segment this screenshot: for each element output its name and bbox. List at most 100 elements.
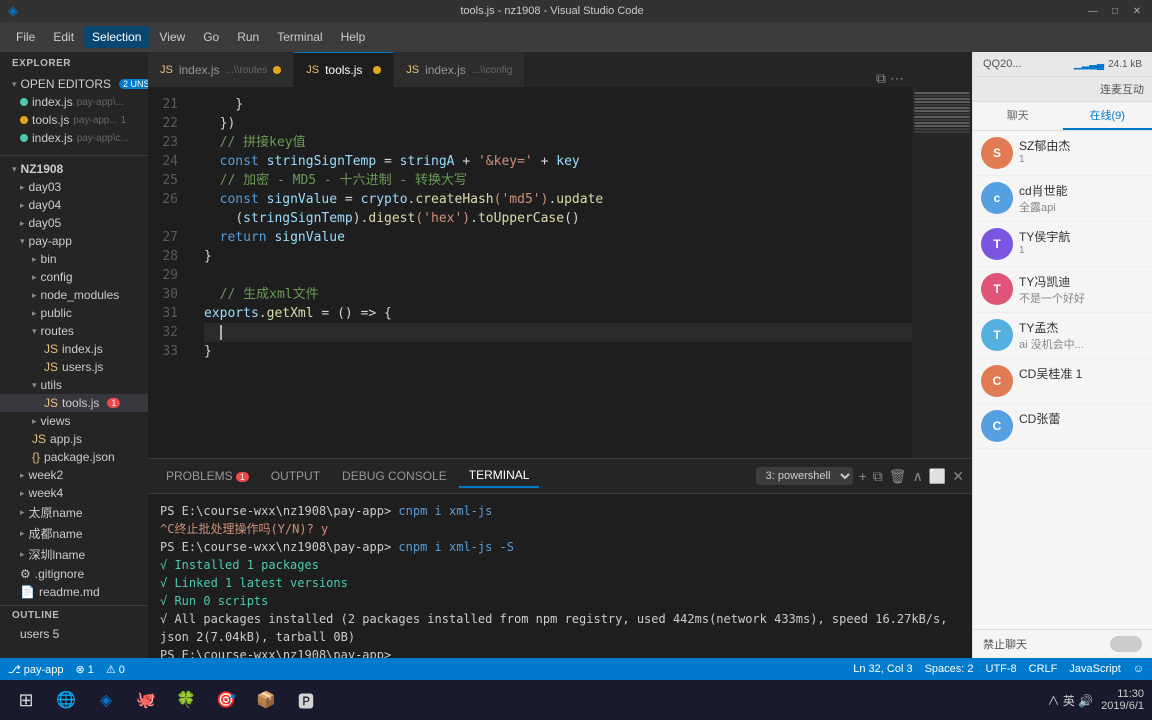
spaces[interactable]: Spaces: 2 [925,663,974,675]
folder-week2[interactable]: ▸ week2 [0,466,148,484]
folder-day05[interactable]: ▸ day05 [0,214,148,232]
folder-shenzhen[interactable]: ▸ 深圳lname [0,544,148,565]
chat-item[interactable]: T TY孟杰 ai 没机会中... [973,313,1152,359]
file-label: readme.md [39,585,100,599]
open-editor-index-config[interactable]: index.js pay-app\c... [0,129,148,147]
more-actions-button[interactable]: ⋯ [890,70,904,87]
folder-taiyuan[interactable]: ▸ 太原name [0,502,148,523]
chat-tab-chat[interactable]: 聊天 [973,102,1063,130]
editor-area: JS index.js ...\\routes JS tools.js JS i… [148,52,972,658]
menu-edit[interactable]: Edit [45,26,82,48]
file-readme[interactable]: 📄 readme.md [0,583,148,601]
chat-item[interactable]: C CD张蕾 [973,404,1152,449]
toggle-button[interactable] [1110,636,1142,652]
code-line-25: // 加密 - MD5 - 十六进制 - 转换大写 [204,171,912,190]
encoding[interactable]: UTF-8 [986,663,1017,675]
folder-config[interactable]: ▸ config [0,268,148,286]
chevron-right-icon: ▸ [32,272,37,283]
maximize-panel-button[interactable]: ∧ [913,468,923,485]
tab-output[interactable]: OUTPUT [261,465,330,487]
app5-button[interactable]: 🎯 [208,682,244,718]
chrome-button[interactable]: 🌐 [48,682,84,718]
split-terminal-button[interactable]: ⧉ [873,468,883,485]
chat-item[interactable]: C CD吴桂准 1 [973,359,1152,404]
tab-index-config[interactable]: JS index.js ...\\config [394,52,525,87]
menu-go[interactable]: Go [195,26,227,48]
app7-button[interactable]: 🅿 [288,682,324,718]
folder-pay-app[interactable]: ▾ pay-app [0,232,148,250]
minimize-button[interactable]: — [1086,4,1100,18]
git-branch[interactable]: ⎇ pay-app [8,663,63,676]
problems-badge: 1 [236,472,249,482]
folder-utils[interactable]: ▾ utils [0,376,148,394]
panel-actions: 3: powershell + ⧉ 🗑 ∧ ⬜ ✕ [756,467,964,485]
folder-bin[interactable]: ▸ bin [0,250,148,268]
menu-terminal[interactable]: Terminal [269,26,330,48]
code-editor[interactable]: } }) // 拼接key值 const stringSignTemp = st… [188,87,912,458]
close-button[interactable]: ✕ [1130,4,1144,18]
chat-tab-online[interactable]: 在线(9) [1063,102,1152,130]
folder-views[interactable]: ▸ views [0,412,148,430]
chat-item[interactable]: T TY侯宇航 1 [973,222,1152,267]
user-name: TY侯宇航 [1019,228,1144,245]
tab-tools-js[interactable]: JS tools.js [294,52,394,87]
terminal-selector[interactable]: 3: powershell [756,467,853,485]
root-folder[interactable]: ▾ NZ1908 [0,160,148,178]
chevron-right-icon: ▸ [32,254,37,265]
folder-routes[interactable]: ▾ routes [0,322,148,340]
chat-item[interactable]: T TY冯凯迪 不是一个好好 [973,267,1152,313]
chat-item[interactable]: S SZ郁由杰 1 [973,131,1152,176]
file-icon: JS [32,432,46,446]
split-editor-button[interactable]: ⧉ [876,70,886,87]
folder-node-modules[interactable]: ▸ node_modules [0,286,148,304]
add-terminal-button[interactable]: + [859,468,867,484]
close-panel-button[interactable]: ✕ [952,468,964,485]
open-editors-header[interactable]: ▾ OPEN EDITORS 2 UNSAVED [0,75,148,93]
warnings-status[interactable]: ⚠ 0 [106,663,125,676]
code-line-32 [204,323,912,342]
vscode-taskbar-button[interactable]: ◈ [88,682,124,718]
limai-label: 连麦互动 [1100,84,1144,96]
eol[interactable]: CRLF [1029,663,1058,675]
open-editor-tools[interactable]: tools.js pay-app... 1 [0,111,148,129]
tab-terminal[interactable]: TERMINAL [459,464,540,488]
file-users[interactable]: JS users.js [0,358,148,376]
tab-problems[interactable]: PROBLEMS1 [156,465,259,487]
folder-day04[interactable]: ▸ day04 [0,196,148,214]
cursor-position[interactable]: Ln 32, Col 3 [853,663,912,675]
folder-week4[interactable]: ▸ week4 [0,484,148,502]
restore-panel-button[interactable]: ⬜ [929,468,946,485]
chat-item[interactable]: c cd肖世能 全露api [973,176,1152,222]
file-app-js[interactable]: JS app.js [0,430,148,448]
git-button[interactable]: 🐙 [128,682,164,718]
file-tools-active[interactable]: JS tools.js 1 [0,394,148,412]
open-editor-index-routes[interactable]: index.js pay-app\... [0,93,148,111]
menu-run[interactable]: Run [229,26,267,48]
folder-chengdu[interactable]: ▸ 成都name [0,523,148,544]
menu-selection[interactable]: Selection [84,26,149,48]
terminal-content[interactable]: PS E:\course-wxx\nz1908\pay-app> cnpm i … [148,494,972,658]
tab-actions: ⧉ ⋯ [868,70,912,87]
folder-day03[interactable]: ▸ day03 [0,178,148,196]
maximize-button[interactable]: □ [1108,4,1122,18]
file-gitignore[interactable]: ⚙ .gitignore [0,565,148,583]
file-index-routes[interactable]: JS index.js [0,340,148,358]
app4-button[interactable]: 🍀 [168,682,204,718]
tab-debug-console[interactable]: DEBUG CONSOLE [332,465,457,487]
tab-index-routes[interactable]: JS index.js ...\\routes [148,52,294,87]
errors-status[interactable]: ⊗ 1 [75,663,93,676]
file-package-json[interactable]: {} package.json [0,448,148,466]
menu-help[interactable]: Help [333,26,374,48]
app6-button[interactable]: 📦 [248,682,284,718]
feedback-icon[interactable]: ☺ [1133,663,1144,675]
menu-file[interactable]: File [8,26,43,48]
file-icon: 📄 [20,585,35,599]
avatar: T [981,273,1013,305]
folder-public[interactable]: ▸ public [0,304,148,322]
trash-terminal-button[interactable]: 🗑 [889,468,907,485]
explorer-header: EXPLORER [0,52,148,71]
language-mode[interactable]: JavaScript [1069,663,1120,675]
start-button[interactable]: ⊞ [8,682,44,718]
menu-view[interactable]: View [151,26,193,48]
outline-users[interactable]: users 5 [0,625,148,643]
